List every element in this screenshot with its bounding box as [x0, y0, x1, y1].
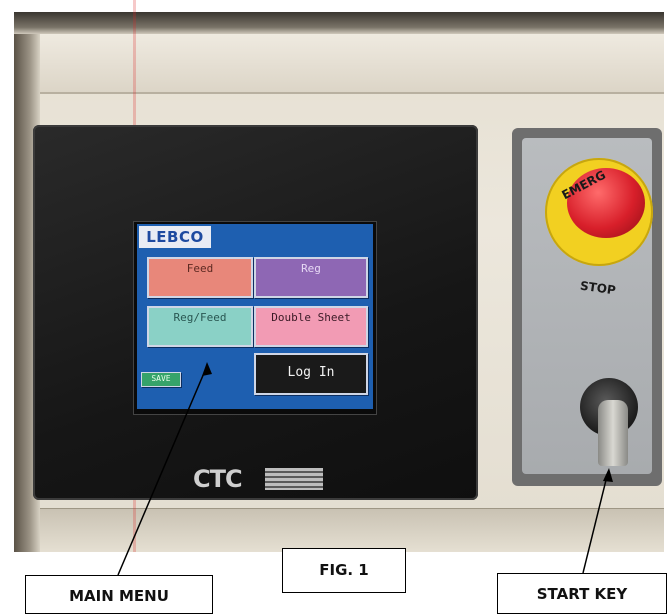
start-key-arrowhead	[603, 468, 613, 482]
figure-caption: FIG. 1	[282, 548, 406, 593]
main-menu-arrow-line	[117, 365, 208, 576]
main-menu-arrowhead	[202, 362, 212, 376]
start-key-arrow-line	[582, 471, 609, 574]
callout-arrows	[117, 362, 613, 576]
main-menu-callout: MAIN MENU	[25, 575, 213, 614]
start-key-callout: START KEY	[497, 573, 667, 614]
